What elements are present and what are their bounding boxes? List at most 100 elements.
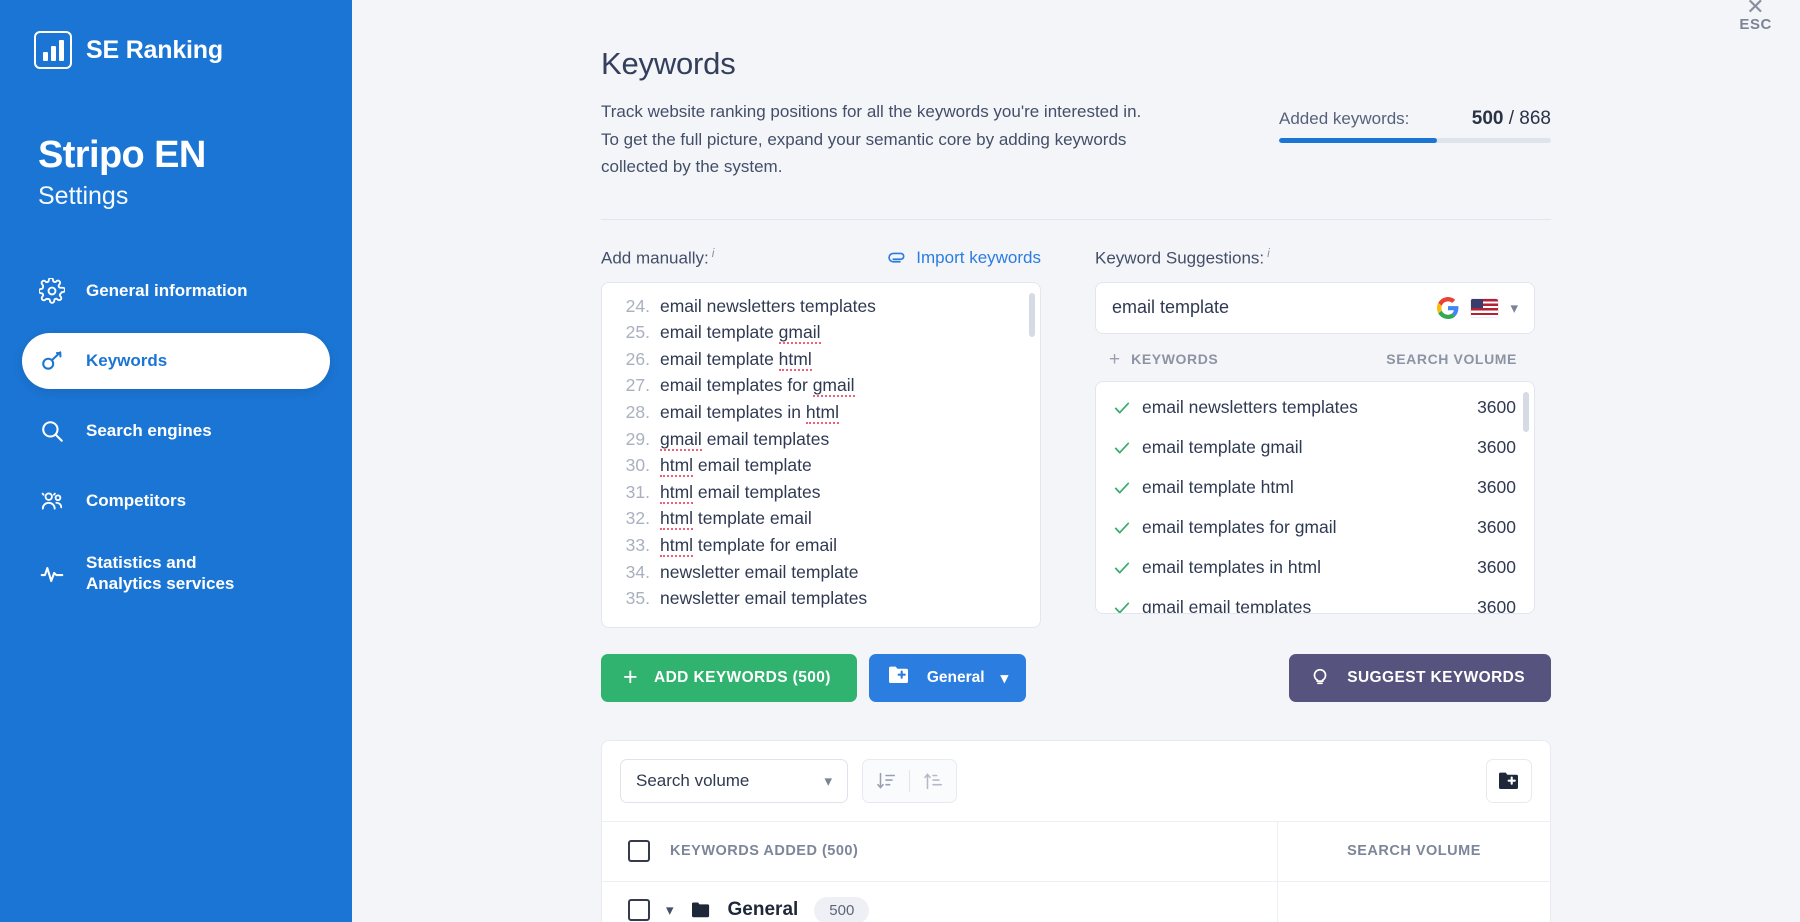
row-checkbox[interactable] — [628, 899, 650, 921]
header-divider — [601, 219, 1551, 220]
keyword-line-text: html email templates — [660, 479, 820, 506]
new-folder-button[interactable] — [1486, 759, 1532, 803]
page-description-line-1: Track website ranking positions for all … — [601, 98, 1241, 126]
table-row[interactable]: ▾ General 500 — [602, 881, 1550, 922]
search-volume-column-label: SEARCH VOLUME — [1347, 843, 1481, 859]
page-description-line-2: To get the full picture, expand your sem… — [601, 126, 1241, 154]
keyword-line-number: 31. — [616, 479, 650, 506]
project-subtitle: Settings — [38, 182, 352, 211]
scrollbar-thumb[interactable] — [1523, 392, 1529, 432]
added-keywords-separator: / — [1503, 108, 1519, 129]
check-icon[interactable] — [1112, 398, 1134, 418]
suggestions-volume-column-label: SEARCH VOLUME — [1386, 351, 1517, 367]
table-toolbar: Search volume ▾ — [602, 741, 1550, 821]
info-icon[interactable]: i — [712, 246, 715, 260]
import-keywords-label: Import keywords — [916, 248, 1041, 268]
check-icon[interactable] — [1112, 478, 1134, 498]
keyword-line-text: newsletter email template — [660, 559, 858, 586]
keyword-line: 31. html email templates — [616, 479, 1034, 506]
keyword-line-number: 32. — [616, 505, 650, 532]
keywords-textarea-scrollbar[interactable] — [1029, 293, 1035, 619]
check-icon[interactable] — [1112, 598, 1134, 614]
keyword-line-text: html template email — [660, 505, 812, 532]
paperclip-icon — [887, 248, 907, 268]
plus-icon: + — [623, 665, 638, 690]
esc-label: ESC — [1739, 16, 1772, 33]
add-manually-panel: Add manually:i Import keywords 24.email … — [601, 246, 1041, 628]
sidebar-item-search-engines[interactable]: Search engines — [22, 403, 330, 459]
keyword-line: 35.newsletter email templates — [616, 585, 1034, 612]
sidebar-item-competitors[interactable]: Competitors — [22, 473, 330, 529]
keyword-line-number: 28. — [616, 399, 650, 426]
chevron-down-icon[interactable]: ▾ — [1510, 299, 1518, 317]
keyword-line-number: 30. — [616, 452, 650, 479]
key-icon — [38, 347, 66, 375]
spellcheck-underline: gmail — [779, 322, 821, 344]
select-all-checkbox[interactable] — [628, 840, 650, 862]
suggestion-volume: 3600 — [1477, 397, 1516, 418]
suggestion-row[interactable]: email newsletters templates3600 — [1096, 388, 1534, 428]
sidebar-item-general-information[interactable]: General information — [22, 263, 330, 319]
sidebar-item-keywords[interactable]: Keywords — [22, 333, 330, 389]
scrollbar-thumb[interactable] — [1029, 293, 1035, 337]
folder-icon — [690, 901, 712, 919]
sort-field-select[interactable]: Search volume ▾ — [620, 759, 848, 803]
keywords-added-column-label: KEYWORDS ADDED (500) — [670, 843, 858, 859]
folder-row-name: General — [728, 899, 799, 921]
spellcheck-underline: html — [660, 455, 693, 477]
folder-select-button[interactable]: General ▾ — [869, 654, 1026, 702]
action-buttons: + ADD KEYWORDS (500) General ▾ SUGGEST K… — [601, 654, 1551, 702]
suggest-keywords-button[interactable]: SUGGEST KEYWORDS — [1289, 654, 1551, 702]
suggestion-row[interactable]: email template html3600 — [1096, 468, 1534, 508]
main-content: ✕ ESC Keywords Track website ranking pos… — [352, 0, 1800, 922]
check-icon[interactable] — [1112, 558, 1134, 578]
keywords-textarea[interactable]: 24.email newsletters templates25.email t… — [601, 282, 1041, 628]
check-icon[interactable] — [1112, 438, 1134, 458]
suggestion-volume: 3600 — [1477, 597, 1516, 614]
spellcheck-underline: gmail — [813, 375, 855, 397]
users-icon — [38, 487, 66, 515]
table-header-row: KEYWORDS ADDED (500) SEARCH VOLUME — [602, 821, 1550, 881]
brand[interactable]: SE Ranking — [0, 26, 352, 74]
suggest-keywords-label: SUGGEST KEYWORDS — [1347, 669, 1525, 687]
added-keywords-progress — [1279, 138, 1551, 143]
suggestions-search-input[interactable] — [1112, 297, 1425, 318]
sidebar-item-label: Keywords — [86, 351, 167, 372]
added-keywords-current: 500 — [1472, 108, 1504, 129]
search-icon — [38, 417, 66, 445]
suggestion-keyword: email template html — [1134, 477, 1477, 498]
suggestion-volume: 3600 — [1477, 477, 1516, 498]
keyword-entry-columns: Add manually:i Import keywords 24.email … — [601, 246, 1551, 628]
added-keywords-label: Added keywords: — [1279, 109, 1409, 129]
esc-close-button[interactable]: ✕ ESC — [1739, 2, 1772, 33]
spellcheck-underline: gmail — [660, 429, 702, 451]
page-description: Track website ranking positions for all … — [601, 98, 1241, 181]
check-icon[interactable] — [1112, 518, 1134, 538]
chevron-down-icon[interactable]: ▾ — [666, 901, 674, 919]
suggestion-row[interactable]: gmail email templates3600 — [1096, 588, 1534, 614]
sidebar-item-label: Statistics and Analytics services — [86, 553, 271, 594]
suggestion-row[interactable]: email templates for gmail3600 — [1096, 508, 1534, 548]
chevron-down-icon: ▾ — [1001, 669, 1009, 687]
keyword-line-text: email templates for gmail — [660, 372, 855, 399]
spellcheck-underline: html — [779, 349, 812, 371]
us-flag-icon — [1471, 299, 1498, 317]
suggestion-row[interactable]: email template gmail3600 — [1096, 428, 1534, 468]
sidebar-item-statistics-and-analytics-services[interactable]: Statistics and Analytics services — [22, 543, 330, 605]
suggestions-search-box[interactable]: ▾ — [1095, 282, 1535, 334]
sort-descending-icon[interactable] — [863, 759, 909, 803]
import-keywords-button[interactable]: Import keywords — [887, 248, 1041, 268]
keyword-line: 24.email newsletters templates — [616, 293, 1034, 320]
suggestion-keyword: gmail email templates — [1134, 597, 1477, 614]
plus-icon[interactable]: + — [1109, 350, 1120, 369]
lightbulb-icon — [1309, 663, 1331, 692]
keyword-line-text: email templates in html — [660, 399, 839, 426]
suggestions-keywords-column-label: KEYWORDS — [1131, 351, 1218, 367]
info-icon[interactable]: i — [1267, 246, 1270, 260]
keyword-line-text: html email template — [660, 452, 812, 479]
sort-ascending-icon[interactable] — [910, 759, 956, 803]
suggestions-scrollbar[interactable] — [1523, 392, 1529, 605]
suggestion-row[interactable]: email templates in html3600 — [1096, 548, 1534, 588]
keyword-line-number: 34. — [616, 559, 650, 586]
add-keywords-button[interactable]: + ADD KEYWORDS (500) — [601, 654, 857, 702]
